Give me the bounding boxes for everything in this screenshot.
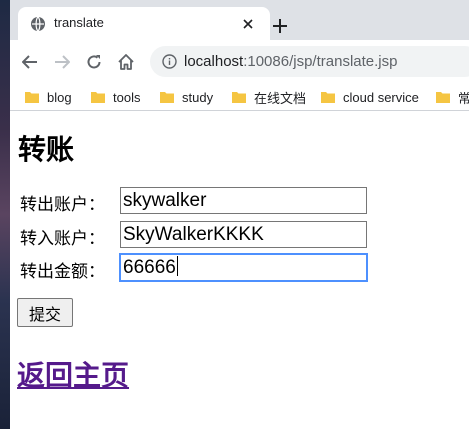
folder-icon bbox=[321, 91, 335, 103]
folder-icon bbox=[232, 91, 246, 103]
bookmark-online-docs[interactable]: 在线文档 bbox=[232, 87, 306, 107]
bookmark-tools[interactable]: tools bbox=[91, 87, 140, 107]
folder-icon bbox=[91, 91, 105, 103]
page-title: 转账 bbox=[18, 133, 75, 166]
home-link[interactable]: 返回主页 bbox=[17, 354, 129, 394]
text-caret bbox=[176, 256, 178, 276]
browser-tab[interactable]: translate bbox=[18, 7, 270, 40]
home-icon[interactable] bbox=[116, 52, 136, 72]
new-tab-icon[interactable] bbox=[271, 17, 289, 35]
globe-icon bbox=[30, 16, 46, 32]
close-tab-icon[interactable] bbox=[240, 16, 256, 32]
folder-icon bbox=[436, 91, 450, 103]
from-account-input[interactable]: skywalker bbox=[120, 187, 367, 214]
bookmark-label: 在线文档 bbox=[254, 90, 307, 106]
url-host: localhost bbox=[184, 53, 244, 70]
browser-toolbar: localhost:10086/jsp/translate.jsp bbox=[10, 40, 469, 83]
forward-arrow-icon[interactable] bbox=[52, 52, 72, 72]
bookmark-label: cloud service bbox=[343, 89, 419, 105]
bookmark-study[interactable]: study bbox=[160, 87, 213, 107]
info-icon[interactable] bbox=[162, 54, 177, 69]
bookmark-label: tools bbox=[113, 89, 141, 105]
back-arrow-icon[interactable] bbox=[20, 52, 40, 72]
page-content: 转账 转出账户： skywalker 转入账户： SkyWalkerKKKK 转… bbox=[10, 112, 469, 429]
to-account-label: 转入账户： bbox=[20, 229, 105, 249]
tab-title: translate bbox=[54, 15, 104, 30]
tab-strip: translate bbox=[10, 0, 469, 40]
submit-button[interactable]: 提交 bbox=[17, 298, 73, 327]
desktop-background bbox=[0, 0, 10, 429]
address-bar[interactable]: localhost:10086/jsp/translate.jsp bbox=[150, 46, 469, 77]
amount-label: 转出金额： bbox=[20, 262, 105, 282]
amount-value: 66666 bbox=[123, 257, 176, 278]
reload-icon[interactable] bbox=[84, 52, 104, 72]
bookmark-label: study bbox=[182, 89, 214, 105]
url-path: :10086/jsp/translate.jsp bbox=[243, 53, 398, 70]
amount-input[interactable]: 66666 bbox=[119, 253, 368, 282]
folder-icon bbox=[160, 91, 174, 103]
folder-icon bbox=[25, 91, 39, 103]
bookmark-truncated[interactable]: 常 bbox=[436, 87, 469, 107]
bookmark-label: blog bbox=[47, 89, 72, 105]
bookmark-cloud-service[interactable]: cloud service bbox=[321, 87, 419, 107]
bookmarks-bar: blog tools study 在线文档 cloud service 常 bbox=[10, 83, 469, 111]
bookmark-label: 常 bbox=[458, 90, 469, 106]
bookmark-blog[interactable]: blog bbox=[25, 87, 72, 107]
to-account-input[interactable]: SkyWalkerKKKK bbox=[120, 221, 367, 248]
url-text: localhost:10086/jsp/translate.jsp bbox=[184, 53, 397, 70]
from-account-label: 转出账户： bbox=[20, 195, 105, 215]
